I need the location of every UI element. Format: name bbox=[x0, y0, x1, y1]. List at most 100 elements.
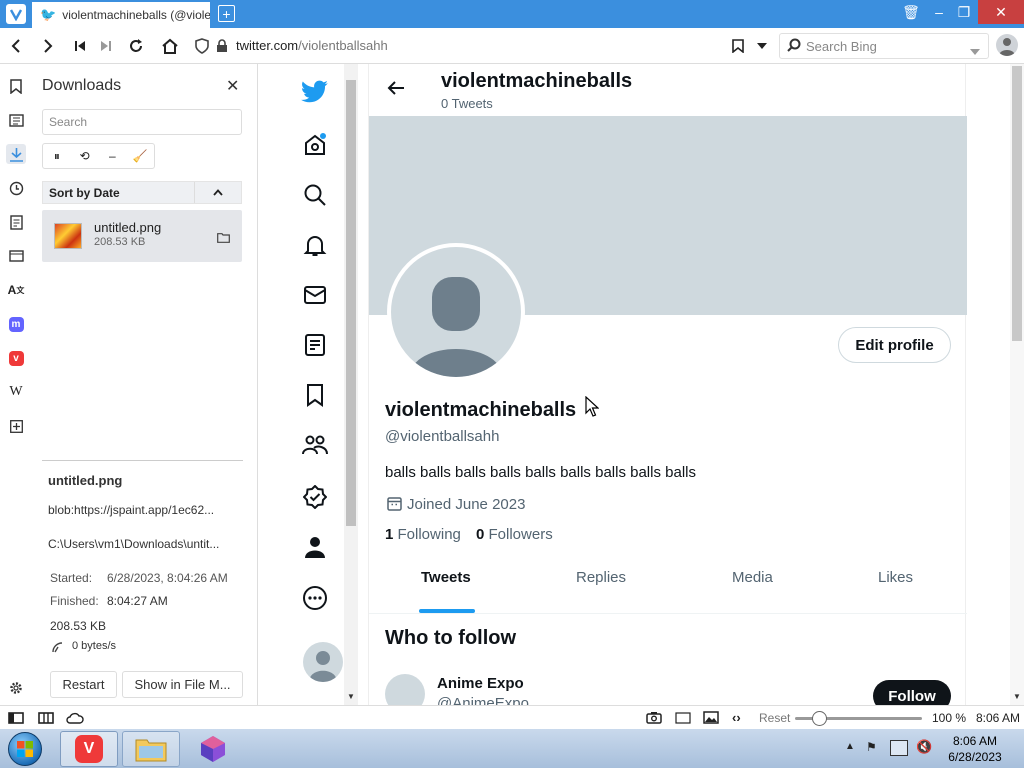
file-thumbnail bbox=[54, 223, 82, 249]
twitter-logo-icon[interactable] bbox=[300, 77, 330, 107]
taskbar-file-explorer[interactable] bbox=[122, 731, 180, 767]
maximize-button[interactable]: ❐ bbox=[950, 0, 978, 24]
history-icon[interactable] bbox=[6, 178, 26, 198]
edit-profile-button[interactable]: Edit profile bbox=[838, 327, 951, 363]
suggestion-avatar[interactable] bbox=[385, 674, 425, 705]
scroll-down-arrow[interactable]: ▼ bbox=[347, 692, 355, 701]
wikipedia-icon[interactable]: W bbox=[6, 382, 26, 402]
scrollbar-thumb[interactable] bbox=[346, 80, 356, 526]
downloads-panel-icon[interactable] bbox=[6, 144, 26, 164]
followers-link[interactable]: 0 Followers bbox=[476, 526, 553, 543]
page-scrollbar[interactable]: ▼ bbox=[1010, 64, 1024, 705]
action-center-flag-icon[interactable]: ⚑ bbox=[866, 740, 882, 756]
tab-likes[interactable]: Likes bbox=[878, 569, 913, 586]
zoom-slider-handle[interactable] bbox=[812, 711, 827, 726]
following-link[interactable]: 1 Following bbox=[385, 526, 461, 543]
restart-button[interactable]: Restart bbox=[50, 671, 117, 698]
vivaldi-panel-icon[interactable]: v bbox=[6, 348, 26, 368]
show-hidden-icons[interactable]: ▲ bbox=[845, 741, 855, 752]
shield-icon[interactable] bbox=[192, 36, 212, 56]
detail-source[interactable]: blob:https://jspaint.app/1ec62... bbox=[48, 503, 214, 517]
back-icon[interactable] bbox=[6, 36, 26, 56]
panel-toggle-icon[interactable] bbox=[8, 712, 24, 727]
tab-tiling-icon[interactable] bbox=[38, 712, 54, 727]
taskbar-app-gem[interactable] bbox=[184, 731, 242, 767]
profile-person-icon[interactable] bbox=[302, 534, 328, 560]
tab-replies[interactable]: Replies bbox=[576, 569, 626, 586]
back-arrow-icon[interactable] bbox=[387, 80, 405, 99]
follow-button[interactable]: Follow bbox=[873, 680, 951, 705]
cloud-sync-icon[interactable] bbox=[66, 712, 84, 727]
url-path: /violentballsahh bbox=[298, 38, 388, 53]
bookmark-icon[interactable] bbox=[728, 36, 748, 56]
pause-icon[interactable]: ⏸ bbox=[43, 144, 71, 168]
images-icon[interactable] bbox=[703, 711, 719, 727]
chevron-down-icon[interactable] bbox=[970, 43, 980, 58]
reload-icon[interactable] bbox=[126, 36, 146, 56]
explore-search-icon[interactable] bbox=[302, 182, 328, 208]
volume-muted-icon[interactable]: 🔇 bbox=[916, 739, 932, 755]
more-options-icon[interactable] bbox=[302, 585, 328, 611]
chevron-up-icon[interactable] bbox=[195, 189, 241, 196]
bing-search-input[interactable]: Search Bing bbox=[779, 33, 989, 59]
forward-icon[interactable] bbox=[38, 36, 58, 56]
notes-icon[interactable] bbox=[6, 212, 26, 232]
add-panel-icon[interactable] bbox=[6, 416, 26, 436]
header-profile-name: violentmachineballs bbox=[441, 70, 633, 92]
reading-list-icon[interactable] bbox=[6, 110, 26, 130]
scroll-down-arrow[interactable]: ▼ bbox=[1013, 692, 1021, 701]
rewind-icon[interactable] bbox=[70, 36, 90, 56]
close-window-button[interactable]: ✕ bbox=[978, 0, 1024, 24]
communities-icon[interactable] bbox=[302, 432, 328, 458]
page-actions-icon[interactable]: ‹› bbox=[732, 710, 741, 725]
bookmarks-panel-icon[interactable] bbox=[6, 76, 26, 96]
trash-icon[interactable]: 🗑 bbox=[897, 0, 925, 24]
browser-tab[interactable]: 🐦 violentmachineballs (@violentballsahh)… bbox=[32, 2, 210, 28]
downloads-search-input[interactable]: Search bbox=[42, 109, 242, 135]
minimize-button[interactable]: – bbox=[925, 0, 953, 24]
download-item[interactable]: untitled.png 208.53 KB bbox=[42, 210, 242, 262]
home-icon[interactable] bbox=[302, 132, 328, 158]
profile-icon[interactable] bbox=[996, 34, 1018, 56]
messages-mail-icon[interactable] bbox=[302, 282, 328, 308]
page-tiling-icon[interactable] bbox=[675, 712, 691, 727]
window-panel-icon[interactable] bbox=[6, 246, 26, 266]
folder-icon[interactable] bbox=[217, 231, 230, 246]
tab-media[interactable]: Media bbox=[732, 569, 773, 586]
notifications-bell-icon[interactable] bbox=[302, 232, 328, 258]
fast-forward-icon[interactable] bbox=[96, 36, 116, 56]
new-tab-button[interactable]: + bbox=[218, 5, 235, 22]
home-icon[interactable] bbox=[160, 36, 180, 56]
vivaldi-menu-icon[interactable] bbox=[6, 4, 26, 24]
show-in-file-manager-button[interactable]: Show in File M... bbox=[122, 671, 243, 698]
account-avatar[interactable] bbox=[303, 642, 343, 682]
close-icon[interactable]: ✕ bbox=[226, 76, 239, 96]
started-label: Started: bbox=[50, 571, 93, 585]
suggestion-name[interactable]: Anime Expo bbox=[437, 675, 524, 692]
capture-camera-icon[interactable] bbox=[646, 711, 662, 727]
bookmarks-icon[interactable] bbox=[302, 382, 328, 408]
resume-icon[interactable]: ⟲ bbox=[71, 144, 99, 168]
clear-broom-icon[interactable]: 🧹 bbox=[126, 144, 154, 168]
remove-icon[interactable]: – bbox=[99, 144, 127, 168]
nav-scrollbar[interactable]: ▼ bbox=[344, 64, 358, 705]
detail-path[interactable]: C:\Users\vm1\Downloads\untit... bbox=[48, 537, 219, 551]
system-clock[interactable]: 8:06 AM 6/28/2023 bbox=[940, 733, 1010, 765]
verified-icon[interactable] bbox=[302, 484, 328, 510]
settings-gear-icon[interactable] bbox=[6, 678, 26, 698]
taskbar-vivaldi[interactable]: V bbox=[60, 731, 118, 767]
url-field[interactable]: twitter.com/violentballsahh bbox=[236, 38, 388, 53]
lists-icon[interactable] bbox=[302, 332, 328, 358]
zoom-reset-button[interactable]: Reset bbox=[759, 711, 790, 725]
translate-icon[interactable]: A文 bbox=[6, 280, 26, 300]
network-icon[interactable] bbox=[890, 740, 908, 756]
download-filesize: 208.53 KB bbox=[94, 236, 146, 248]
start-button[interactable] bbox=[3, 730, 47, 768]
profile-avatar[interactable] bbox=[387, 243, 525, 381]
title-bar: 🐦 violentmachineballs (@violentballsahh)… bbox=[0, 0, 1024, 28]
scrollbar-thumb[interactable] bbox=[1012, 66, 1022, 341]
tab-tweets[interactable]: Tweets bbox=[421, 569, 471, 586]
sort-bar[interactable]: Sort by Date bbox=[42, 181, 242, 204]
chevron-down-icon[interactable] bbox=[752, 36, 772, 56]
mastodon-icon[interactable]: m bbox=[6, 314, 26, 334]
